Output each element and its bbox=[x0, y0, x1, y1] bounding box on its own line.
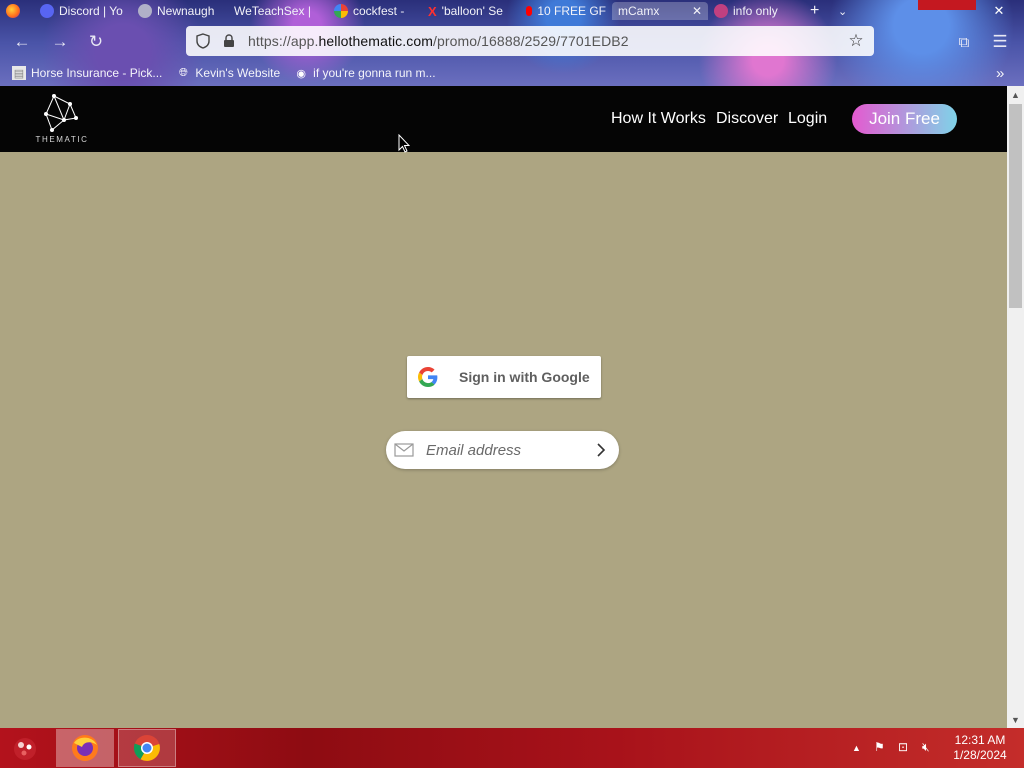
window-close-button[interactable]: ✕ bbox=[976, 0, 1022, 22]
discord-icon bbox=[40, 4, 54, 18]
chrome-icon bbox=[133, 735, 160, 761]
join-free-button[interactable]: Join Free bbox=[852, 104, 957, 134]
taskbar-firefox[interactable] bbox=[56, 729, 114, 767]
firefox-icon bbox=[72, 735, 98, 761]
close-tab-icon[interactable]: ✕ bbox=[692, 4, 702, 18]
bookmark-label: Horse Insurance - Pick... bbox=[31, 66, 163, 80]
google-icon bbox=[334, 4, 348, 18]
scroll-thumb[interactable] bbox=[1009, 104, 1022, 308]
speaker-muted-icon[interactable]: 🔇︎ bbox=[922, 740, 930, 755]
new-tab-button[interactable]: + bbox=[804, 2, 832, 20]
start-button[interactable] bbox=[0, 729, 50, 767]
mouse-pointer-icon bbox=[398, 134, 410, 153]
mail-icon bbox=[394, 441, 414, 459]
email-signin-box bbox=[386, 431, 619, 469]
firefox-menu-icon[interactable] bbox=[0, 2, 34, 20]
url-prefix: https://app. bbox=[248, 33, 319, 49]
url-path: /promo/16888/2529/7701EDB2 bbox=[433, 33, 629, 49]
site-icon: ◉ bbox=[296, 67, 306, 80]
page-icon: ▤ bbox=[12, 66, 26, 80]
site-icon bbox=[714, 4, 728, 18]
nav-discover[interactable]: Discover bbox=[716, 110, 778, 128]
tab-newnaugh[interactable]: Newnaugh bbox=[132, 2, 228, 20]
page-scrollbar[interactable]: ▲ ▼ bbox=[1007, 86, 1024, 728]
bookmark-horse-insurance[interactable]: ▤ Horse Insurance - Pick... bbox=[12, 66, 162, 80]
globe-icon: 🌐︎ bbox=[178, 66, 188, 79]
bookmark-star-icon[interactable]: ☆ bbox=[844, 29, 868, 53]
tab-label: WeTeachSex | bbox=[234, 4, 311, 18]
tab-label: 'balloon' Se bbox=[441, 4, 503, 18]
google-g-icon bbox=[407, 356, 449, 398]
bookmark-label: if you're gonna run m... bbox=[313, 66, 436, 80]
youtube-icon bbox=[526, 6, 533, 16]
nav-login[interactable]: Login bbox=[788, 110, 827, 128]
window-title-accent bbox=[918, 0, 976, 10]
scroll-up-icon[interactable]: ▲ bbox=[1007, 86, 1024, 103]
clock-time: 12:31 AM bbox=[954, 733, 1006, 747]
logo-wordmark: THEMATIC bbox=[35, 135, 89, 144]
tab-10-free-gf[interactable]: 10 FREE GF bbox=[520, 2, 612, 20]
url-domain: hellothematic.com bbox=[318, 33, 433, 49]
tab-list-chevron-icon[interactable]: ⌄ bbox=[832, 2, 860, 20]
taskbar-chrome[interactable] bbox=[118, 729, 176, 767]
forward-button[interactable]: → bbox=[46, 28, 74, 56]
browser-chrome: Discord | Yo Newnaugh WeTeachSex | cockf… bbox=[0, 0, 1024, 86]
google-signin-button[interactable]: Sign in with Google bbox=[407, 356, 601, 398]
tab-label: Discord | Yo bbox=[59, 4, 123, 18]
bookmarks-toolbar: ▤ Horse Insurance - Pick... 🌐︎ Kevin's W… bbox=[0, 62, 1024, 84]
tab-info-only[interactable]: info only bbox=[708, 2, 804, 20]
site-icon bbox=[138, 4, 152, 18]
windows-taskbar: ▲ ⚑ ⊡ 🔇︎ 12:31 AM 1/28/2024 bbox=[0, 728, 1024, 768]
bookmark-if-youre-gonna[interactable]: ◉ if you're gonna run m... bbox=[294, 66, 435, 80]
tab-label: Newnaugh bbox=[157, 4, 215, 18]
web-page: THEMATIC How It Works Discover Login Joi… bbox=[0, 86, 1007, 728]
flag-icon[interactable]: ⚑ bbox=[874, 740, 885, 754]
extensions-icon[interactable]: ⧉ bbox=[950, 28, 978, 56]
tab-balloon[interactable]: X 'balloon' Se bbox=[422, 2, 520, 20]
tab-cockfest[interactable]: cockfest - bbox=[328, 2, 422, 20]
tab-discord[interactable]: Discord | Yo bbox=[34, 2, 132, 20]
google-signin-label: Sign in with Google bbox=[459, 369, 590, 385]
menu-icon[interactable]: ☰ bbox=[986, 28, 1014, 56]
chevron-right-icon[interactable] bbox=[590, 439, 612, 461]
tab-label: mCamx bbox=[618, 4, 660, 18]
site-header: THEMATIC How It Works Discover Login Joi… bbox=[0, 86, 1007, 152]
bookmark-label: Kevin's Website bbox=[195, 66, 281, 80]
network-icon[interactable]: ⊡ bbox=[898, 740, 908, 754]
tab-mcamx[interactable]: mCamx ✕ bbox=[612, 2, 708, 20]
back-button[interactable]: ← bbox=[8, 28, 36, 56]
navigation-toolbar: ← → ↻ https://app.hellothematic.com/prom… bbox=[0, 24, 1024, 60]
scroll-down-icon[interactable]: ▼ bbox=[1007, 711, 1024, 728]
nav-how-it-works[interactable]: How It Works bbox=[611, 110, 706, 128]
url-text[interactable]: https://app.hellothematic.com/promo/1688… bbox=[248, 33, 629, 49]
address-bar[interactable]: https://app.hellothematic.com/promo/1688… bbox=[186, 26, 874, 56]
x-icon: X bbox=[428, 3, 437, 19]
bookmarks-overflow-icon[interactable]: » bbox=[996, 65, 1004, 82]
bookmark-kevins-website[interactable]: 🌐︎ Kevin's Website bbox=[176, 66, 280, 80]
tab-label: 10 FREE GF bbox=[537, 4, 606, 18]
email-input[interactable] bbox=[426, 437, 586, 463]
tab-label: cockfest - bbox=[353, 4, 405, 18]
tab-strip: Discord | Yo Newnaugh WeTeachSex | cockf… bbox=[0, 0, 1024, 22]
tab-label: info only bbox=[733, 4, 778, 18]
system-clock[interactable]: 12:31 AM 1/28/2024 bbox=[944, 733, 1016, 763]
clock-date: 1/28/2024 bbox=[953, 748, 1007, 762]
reload-button[interactable]: ↻ bbox=[82, 28, 110, 56]
show-hidden-icons-chevron-icon[interactable]: ▲ bbox=[852, 743, 861, 753]
shield-icon[interactable] bbox=[190, 28, 216, 54]
tab-weteachsex[interactable]: WeTeachSex | bbox=[228, 2, 328, 20]
lock-icon[interactable] bbox=[216, 28, 242, 54]
